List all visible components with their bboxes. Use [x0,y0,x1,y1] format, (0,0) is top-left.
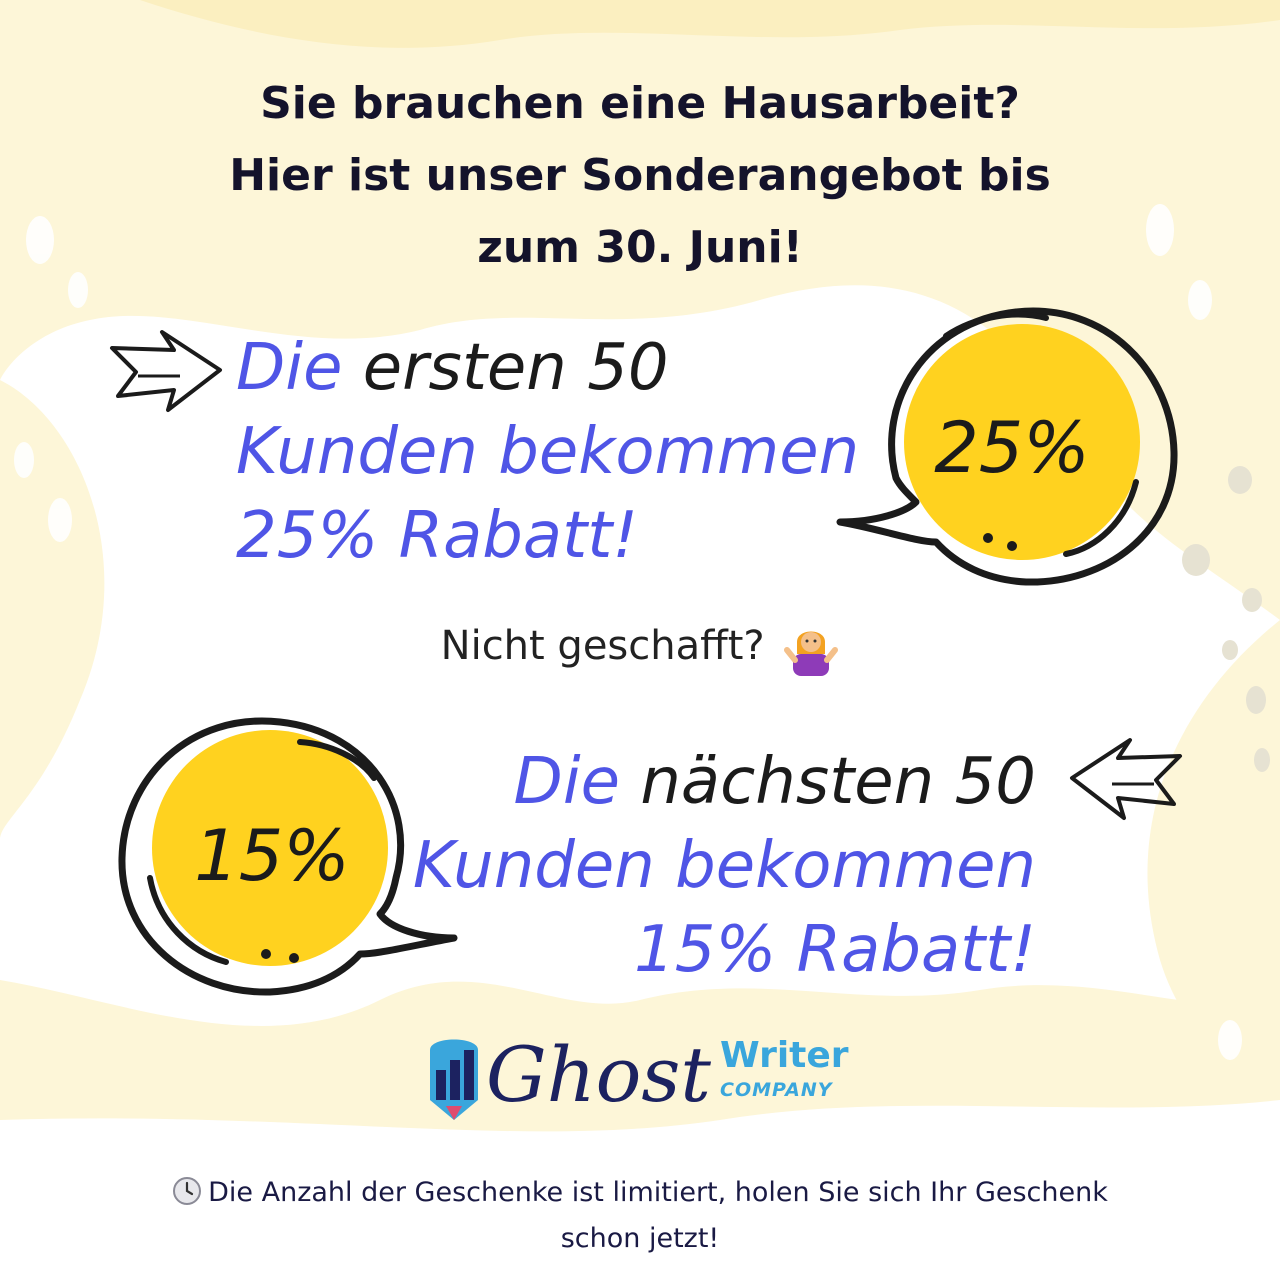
bubble-15-value: 15% [194,815,350,897]
offer-first-text: Die ersten 50 Kunden bekommen 25% Rabatt… [236,326,859,578]
not-made-text: Nicht geschafft? [440,623,765,669]
offer-next-word-die: Die [513,745,620,819]
arrow-right-icon [110,330,222,412]
footer-line-1: Die Anzahl der Geschenke ist limitiert, … [208,1177,1108,1208]
footer-note: Die Anzahl der Geschenke ist limitiert, … [0,1170,1280,1262]
offer-next-line-3: 15% Rabatt! [634,913,1036,987]
offer-next-text: Die nächsten 50 Kunden bekommen 15% Raba… [413,740,1036,992]
headline-line-2: Hier ist unser Sonderangebot bis [229,150,1051,201]
headline-line-1: Sie brauchen eine Hausarbeit? [260,78,1020,129]
headline-line-3: zum 30. Juni! [477,222,803,273]
bubble-25-value: 25% [934,407,1090,489]
logo-company-text: COMPANY [720,1079,833,1101]
headline: Sie brauchen eine Hausarbeit? Hier ist u… [0,68,1280,284]
offer-next-naechsten: nächsten 50 [640,745,1036,819]
person-shrugging-icon [784,631,839,676]
speech-bubble-15: 15% [118,717,458,996]
speech-bubble-25: 25% [836,307,1178,586]
offer-first-ersten: ersten 50 [362,331,669,405]
footer-line-2: schon jetzt! [560,1223,720,1254]
logo-mark-icon [430,1039,478,1120]
offer-first-line-2: Kunden bekommen [236,415,860,489]
not-made-line: Nicht geschafft? [0,620,1280,676]
offer-first-word-die: Die [236,331,343,405]
offer-first-line-3: 25% Rabatt! [236,499,638,573]
clock-icon [173,1177,202,1205]
logo-ghost-text: Ghost [486,1030,711,1119]
ghostwriter-logo: Ghost Writer COMPANY [424,1026,864,1126]
logo-writer-text: Writer [720,1035,849,1076]
offer-next-line-2: Kunden bekommen [412,829,1036,903]
arrow-left-icon [1070,738,1182,820]
